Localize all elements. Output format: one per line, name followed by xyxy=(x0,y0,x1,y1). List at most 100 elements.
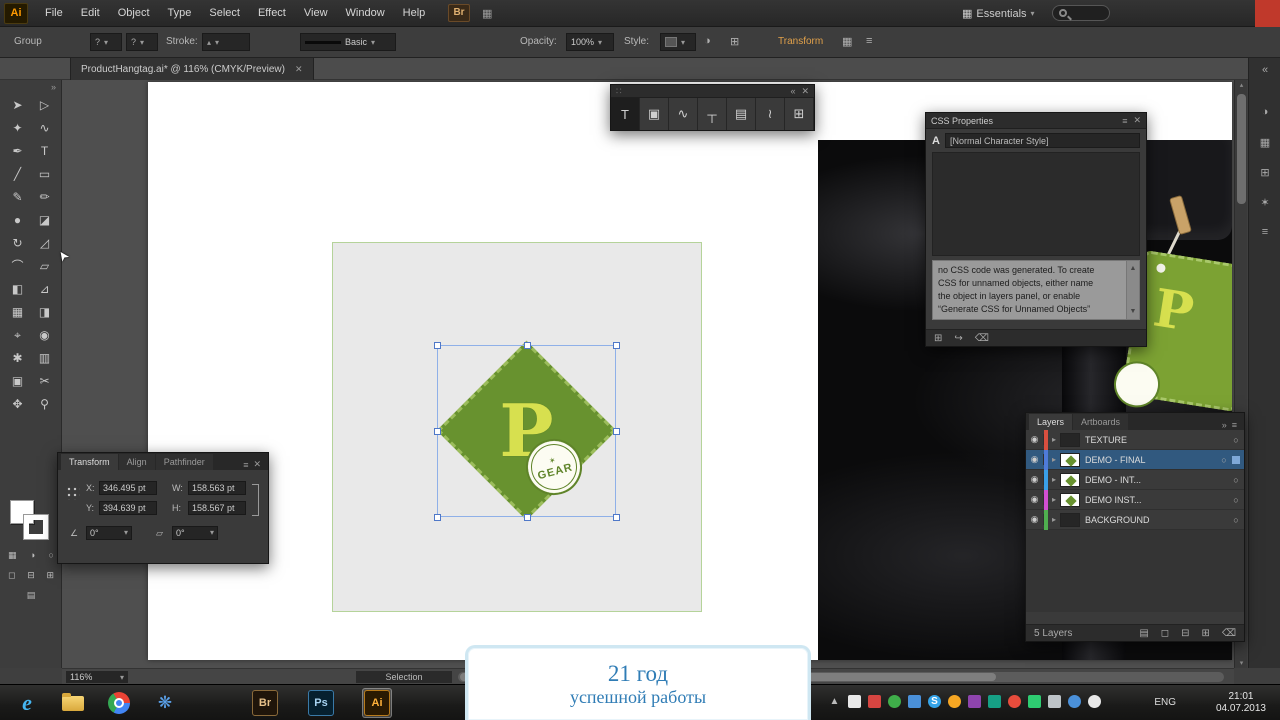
selection-handle-s[interactable] xyxy=(524,514,531,521)
taskbar-photoshop[interactable]: Ps xyxy=(306,688,336,718)
brush-definition-dropdown[interactable]: Basic ▾ xyxy=(300,33,396,51)
tab-align[interactable]: Align xyxy=(118,454,155,470)
blend-tool[interactable]: ◉ xyxy=(31,324,58,347)
opacity-field[interactable]: 100% ▾ xyxy=(566,33,614,51)
layer-name[interactable]: DEMO INST... xyxy=(1085,495,1228,505)
h-field[interactable]: 158.567 pt xyxy=(188,501,246,515)
document-setup-icon[interactable]: ⊞ xyxy=(730,35,739,48)
gradient-button[interactable]: ◑ xyxy=(30,550,35,561)
stroke-swatch[interactable] xyxy=(24,515,48,539)
workspace-switcher[interactable]: ▦ Essentials ▾ xyxy=(962,0,1035,27)
new-layer-icon[interactable]: ⊞ xyxy=(1201,628,1209,639)
expand-panels-icon[interactable]: « xyxy=(1249,64,1280,76)
none-button[interactable]: ○ xyxy=(49,550,54,561)
collapse-tools-icon[interactable]: » xyxy=(51,82,56,92)
language-indicator[interactable]: ENG xyxy=(1154,697,1176,708)
document-tab[interactable]: ProductHangtag.ai* @ 116% (CMYK/Preview)… xyxy=(70,58,314,80)
artboard-tool[interactable]: ▣ xyxy=(4,370,31,393)
paintbrush-tool[interactable]: ✎ xyxy=(4,186,31,209)
expand-triangle-icon[interactable]: ▸ xyxy=(1048,435,1060,444)
stroke-color-control[interactable]: ? ▾ xyxy=(126,33,158,51)
export-css-icon[interactable]: ↪ xyxy=(954,333,962,344)
expand-triangle-icon[interactable]: ▸ xyxy=(1048,495,1060,504)
layer-row-demo-inst[interactable]: ◉ ▸ DEMO INST... ○ xyxy=(1026,489,1244,510)
delete-css-icon[interactable]: ⌫ xyxy=(975,333,989,344)
blob-brush-tool[interactable]: ● xyxy=(4,209,31,232)
tab-pathfinder[interactable]: Pathfinder xyxy=(155,454,213,470)
direct-selection-tool[interactable]: ▷ xyxy=(31,94,58,117)
visibility-eye-icon[interactable]: ◉ xyxy=(1026,514,1044,525)
free-transform-tool[interactable]: ▱ xyxy=(31,255,58,278)
visibility-eye-icon[interactable]: ◉ xyxy=(1026,474,1044,485)
taskbar-bridge[interactable]: Br xyxy=(250,688,280,718)
gradient-tool[interactable]: ◨ xyxy=(31,301,58,324)
drag-grip-icon[interactable]: ∷ xyxy=(616,86,624,97)
close-icon[interactable]: ✕ xyxy=(1133,115,1141,126)
rotate-field[interactable]: 0° ▾ xyxy=(86,526,132,540)
vertical-type-tool-button[interactable]: ┬ xyxy=(698,98,727,130)
character-style-field[interactable]: [Normal Character Style] xyxy=(944,133,1140,148)
eyedropper-tool[interactable]: ⌖ xyxy=(4,324,31,347)
css-code-area[interactable] xyxy=(932,152,1140,256)
flatten-icon[interactable]: ▤ xyxy=(1139,628,1148,639)
tray-icon[interactable] xyxy=(868,695,881,708)
symbol-sprayer-tool[interactable]: ✱ xyxy=(4,347,31,370)
brushes-panel-icon[interactable]: ⊞ xyxy=(1249,166,1280,179)
align-options-icon[interactable]: ▦ xyxy=(842,35,852,48)
tray-icon[interactable] xyxy=(968,695,981,708)
target-circle-icon[interactable]: ○ xyxy=(1228,475,1244,485)
zoom-tool[interactable]: ⚲ xyxy=(31,393,58,416)
selection-handle-ne[interactable] xyxy=(613,342,620,349)
selection-handle-se[interactable] xyxy=(613,514,620,521)
graph-tool[interactable]: ▥ xyxy=(31,347,58,370)
search-input[interactable] xyxy=(1052,5,1110,21)
width-tool[interactable]: ⌒ xyxy=(4,255,31,278)
shear-field[interactable]: 0° ▾ xyxy=(172,526,218,540)
tray-icon[interactable] xyxy=(888,695,901,708)
layer-name[interactable]: TEXTURE xyxy=(1085,435,1228,445)
fill-color-control[interactable]: ? ▾ xyxy=(90,33,122,51)
slice-tool[interactable]: ✂ xyxy=(31,370,58,393)
line-tool[interactable]: ╱ xyxy=(4,163,31,186)
target-circle-icon[interactable]: ○ xyxy=(1228,515,1244,525)
symbols-panel-icon[interactable]: ✶ xyxy=(1249,196,1280,209)
menu-type[interactable]: Type xyxy=(159,0,201,27)
collapse-icon[interactable]: « xyxy=(790,86,795,96)
tab-layers[interactable]: Layers xyxy=(1029,414,1073,430)
area-type-tool-button[interactable]: ▣ xyxy=(640,98,669,130)
panel-menu-icon[interactable]: ≡ xyxy=(243,460,248,470)
visibility-eye-icon[interactable]: ◉ xyxy=(1026,434,1044,445)
layer-row-texture[interactable]: ◉ ▸ TEXTURE ○ xyxy=(1026,429,1244,450)
layer-name[interactable]: BACKGROUND xyxy=(1085,515,1228,525)
zoom-level-dropdown[interactable]: 116% ▾ xyxy=(66,671,128,683)
taskbar-internet-explorer[interactable]: e xyxy=(12,688,42,718)
taskbar-chrome[interactable] xyxy=(104,688,134,718)
opacity-label[interactable]: Opacity: xyxy=(520,36,557,47)
generate-css-icon[interactable]: ⊞ xyxy=(934,333,942,344)
tray-icon[interactable] xyxy=(908,695,921,708)
close-icon[interactable]: ✕ xyxy=(253,459,261,470)
selection-handle-e[interactable] xyxy=(613,428,620,435)
rotate-tool[interactable]: ↻ xyxy=(4,232,31,255)
x-field[interactable]: 346.495 pt xyxy=(99,481,157,495)
go-to-bridge-button[interactable]: Br xyxy=(448,4,470,22)
tray-icon[interactable] xyxy=(848,695,861,708)
menu-object[interactable]: Object xyxy=(109,0,159,27)
type-tool[interactable]: T xyxy=(31,140,58,163)
scroll-up-icon[interactable]: ▲ xyxy=(1130,262,1137,275)
layer-name[interactable]: DEMO - FINAL xyxy=(1085,455,1216,465)
tray-icon[interactable] xyxy=(1008,695,1021,708)
screen-mode-button[interactable]: ▤ xyxy=(27,590,36,601)
style-label[interactable]: Style: xyxy=(624,36,649,47)
draw-behind-button[interactable]: ⊟ xyxy=(27,570,35,581)
visibility-eye-icon[interactable]: ◉ xyxy=(1026,494,1044,505)
taskbar-clock[interactable]: 21:01 04.07.2013 xyxy=(1216,691,1266,715)
menu-help[interactable]: Help xyxy=(394,0,435,27)
type-toolbar-titlebar[interactable]: ∷ « ✕ xyxy=(611,85,814,98)
target-circle-icon[interactable]: ○ xyxy=(1216,455,1232,465)
transform-link[interactable]: Transform xyxy=(778,36,823,47)
collapse-icon[interactable]: » xyxy=(1222,420,1227,430)
taskbar-folder[interactable] xyxy=(58,688,88,718)
target-circle-icon[interactable]: ○ xyxy=(1228,495,1244,505)
close-tab-icon[interactable]: ✕ xyxy=(295,64,303,75)
